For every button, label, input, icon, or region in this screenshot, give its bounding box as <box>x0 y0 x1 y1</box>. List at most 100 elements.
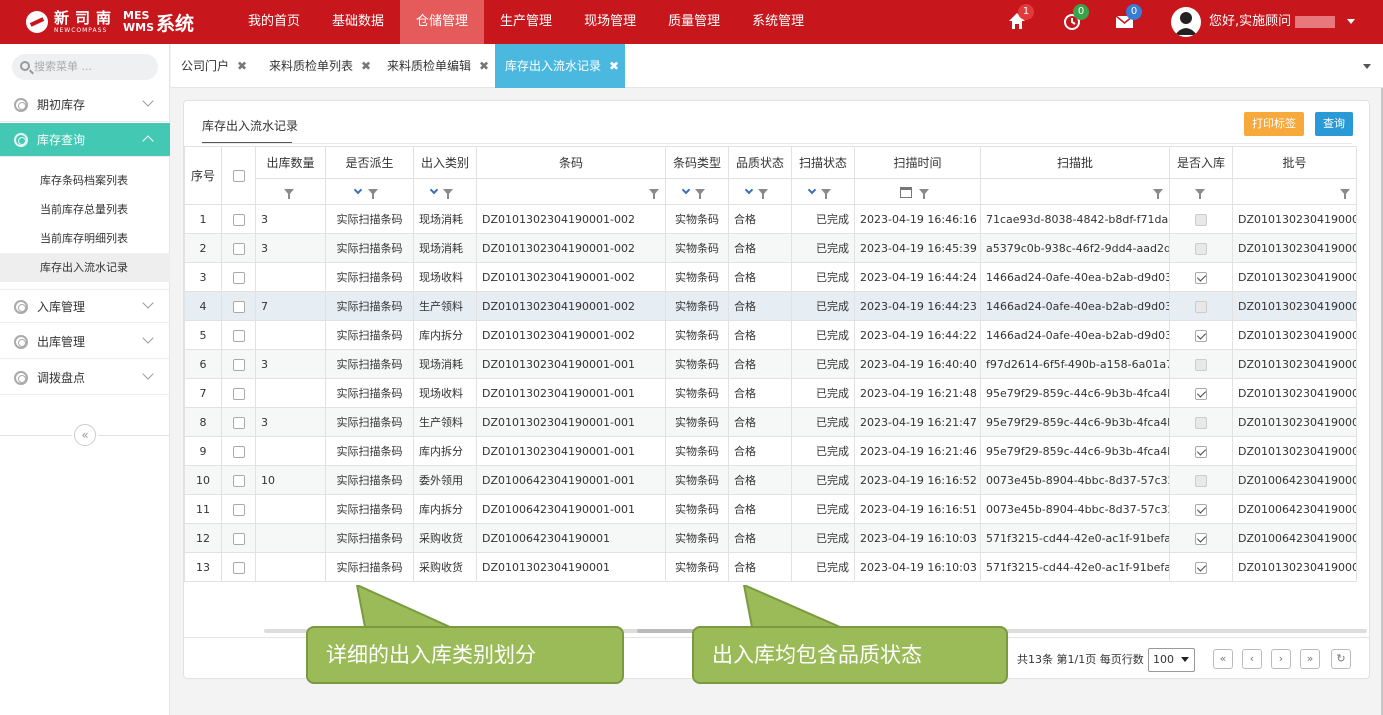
tab-company-portal[interactable]: 公司门户 ✖ <box>171 44 257 88</box>
filter-cell[interactable] <box>255 178 326 205</box>
home-icon[interactable]: 1 <box>1006 4 1034 34</box>
filter-cell[interactable] <box>665 178 729 205</box>
filter-icon[interactable] <box>695 189 706 199</box>
topnav-item-system[interactable]: 系统管理 <box>736 0 820 44</box>
dropdown-chevron-icon[interactable] <box>429 185 438 195</box>
column-header-scan-time[interactable]: 扫描时间 <box>854 146 981 179</box>
filter-icon[interactable] <box>1194 189 1205 199</box>
calendar-icon[interactable] <box>900 186 913 198</box>
column-header-scan-status[interactable]: 扫描状态 <box>791 146 855 179</box>
filter-icon[interactable] <box>284 189 294 199</box>
submenu-stock-detail[interactable]: 当前库存明细列表 <box>0 224 170 253</box>
mail-icon[interactable]: 0 <box>1114 4 1142 34</box>
column-header-derive[interactable]: 是否派生 <box>325 146 414 179</box>
column-header-in-stock[interactable]: 是否入库 <box>1169 146 1233 179</box>
column-header-qty[interactable]: 出库数量 <box>255 146 326 179</box>
column-header-category[interactable]: 出入类别 <box>413 146 477 179</box>
select-all-checkbox[interactable] <box>232 170 245 182</box>
print-label-button[interactable]: 打印标签 <box>1244 112 1304 136</box>
filter-cell[interactable] <box>476 178 666 205</box>
table-row[interactable]: 13 实际扫描条码 采购收货 DZ0101302304190001 实物条码 合格 已完成 2… <box>184 552 1357 582</box>
row-select-checkbox[interactable] <box>232 271 245 284</box>
filter-cell[interactable] <box>413 178 477 205</box>
filter-icon[interactable] <box>1340 189 1350 199</box>
tab-incoming-inspection-list[interactable]: 来料质检单列表 ✖ <box>259 44 373 88</box>
dropdown-chevron-icon[interactable] <box>353 185 363 195</box>
row-select-checkbox[interactable] <box>232 213 245 226</box>
row-select-checkbox[interactable] <box>232 503 245 516</box>
column-header-quality[interactable]: 品质状态 <box>728 146 792 179</box>
table-row[interactable]: 10 10 实际扫描条码 委外领用 DZ0100642304190001-001 实物条码… <box>184 465 1357 495</box>
topnav-item-field[interactable]: 现场管理 <box>568 0 652 44</box>
tab-incoming-inspection-edit[interactable]: 来料质检单编辑 ✖ <box>377 44 491 88</box>
filter-cell[interactable] <box>854 178 981 205</box>
query-button[interactable]: 查询 <box>1315 112 1353 136</box>
close-icon[interactable]: ✖ <box>609 59 619 73</box>
dropdown-chevron-icon[interactable] <box>681 185 690 195</box>
menu-search-input[interactable]: 搜索菜单 ... <box>12 54 158 80</box>
dropdown-chevron-icon[interactable] <box>744 185 753 195</box>
avatar[interactable] <box>1171 7 1201 37</box>
history-icon[interactable]: 0 <box>1061 4 1089 34</box>
column-header-barcode-type[interactable]: 条码类型 <box>665 146 729 179</box>
row-select-checkbox[interactable] <box>232 561 245 574</box>
table-row[interactable]: 8 3 实际扫描条码 生产领料 DZ0101302304190001-001 实物条码 合格… <box>184 407 1357 437</box>
tab-more-caret-icon[interactable] <box>1363 64 1371 69</box>
sidebar-item-transfer-count[interactable]: 调拨盘点 <box>0 361 170 395</box>
table-row[interactable]: 4 7 实际扫描条码 生产领料 DZ0101302304190001-002 实物条码 合格… <box>184 291 1357 321</box>
last-page-button[interactable]: » <box>1300 649 1320 669</box>
filter-icon[interactable] <box>1153 189 1163 199</box>
sidebar-item-inbound[interactable]: 入库管理 <box>0 289 170 323</box>
filter-cell[interactable] <box>791 178 855 205</box>
filter-cell[interactable] <box>980 178 1170 205</box>
topnav-item-basic-data[interactable]: 基础数据 <box>316 0 400 44</box>
tab-stock-flow[interactable]: 库存出入流水记录 ✖ <box>495 44 625 88</box>
prev-page-button[interactable]: ‹ <box>1242 649 1262 669</box>
filter-cell[interactable] <box>1232 178 1357 205</box>
column-header-barcode[interactable]: 条码 <box>476 146 666 179</box>
page-size-select[interactable]: 100 <box>1148 648 1195 672</box>
submenu-barcode-archive[interactable]: 库存条码档案列表 <box>0 166 170 195</box>
row-select-checkbox[interactable] <box>232 416 245 429</box>
table-row[interactable]: 5 实际扫描条码 库内拆分 DZ0101302304190001-002 实物条码 合格已… <box>184 320 1357 350</box>
close-icon[interactable]: ✖ <box>479 59 489 73</box>
filter-icon[interactable] <box>443 189 454 199</box>
card-title-tab[interactable]: 库存出入流水记录 <box>202 109 298 144</box>
table-row[interactable]: 1 3 实际扫描条码 现场消耗 DZ0101302304190001-002 实物条码 合格… <box>184 204 1357 234</box>
filter-icon[interactable] <box>367 189 378 199</box>
first-page-button[interactable]: « <box>1213 649 1233 669</box>
filter-cell[interactable] <box>325 178 414 205</box>
table-row[interactable]: 2 3 实际扫描条码 现场消耗 DZ0101302304190001-002 实物条码 合格… <box>184 233 1357 263</box>
user-menu[interactable]: 您好,实施顾问 <box>1209 0 1356 44</box>
submenu-stock-total[interactable]: 当前库存总量列表 <box>0 195 170 224</box>
filter-icon[interactable] <box>649 189 659 199</box>
row-select-checkbox[interactable] <box>232 329 245 342</box>
row-select-checkbox[interactable] <box>232 532 245 545</box>
row-select-checkbox[interactable] <box>232 358 245 371</box>
close-icon[interactable]: ✖ <box>237 59 247 73</box>
filter-cell[interactable] <box>728 178 792 205</box>
table-row[interactable]: 9 实际扫描条码 库内拆分 DZ0101302304190001-001 实物条码 合格已… <box>184 436 1357 466</box>
sidebar-collapse-button[interactable]: « <box>74 424 96 446</box>
topnav-item-warehouse[interactable]: 仓储管理 <box>400 0 485 44</box>
topnav-item-home[interactable]: 我的首页 <box>232 0 316 44</box>
table-row[interactable]: 12 实际扫描条码 采购收货 DZ0100642304190001 实物条码 合格 已完成 2… <box>184 523 1357 553</box>
row-select-checkbox[interactable] <box>232 300 245 313</box>
sidebar-item-stock-query[interactable]: 库存查询 <box>0 123 170 157</box>
column-header-lot[interactable]: 批号 <box>1232 146 1357 179</box>
filter-cell[interactable] <box>1169 178 1233 205</box>
row-select-checkbox[interactable] <box>232 242 245 255</box>
next-page-button[interactable]: › <box>1271 649 1291 669</box>
topnav-item-production[interactable]: 生产管理 <box>484 0 568 44</box>
dropdown-chevron-icon[interactable] <box>807 185 816 195</box>
row-select-checkbox[interactable] <box>232 445 245 458</box>
table-row[interactable]: 3 实际扫描条码 现场收料 DZ0101302304190001-002 实物条码 合格已… <box>184 262 1357 292</box>
filter-icon[interactable] <box>918 189 929 199</box>
table-row[interactable]: 7 实际扫描条码 现场收料 DZ0101302304190001-001 实物条码 合格已… <box>184 378 1357 408</box>
sidebar-item-opening-stock[interactable]: 期初库存 <box>0 88 170 122</box>
column-header-select-all[interactable] <box>221 146 256 205</box>
table-row[interactable]: 6 3 实际扫描条码 现场消耗 DZ0101302304190001-001 实物条码 合格… <box>184 349 1357 379</box>
filter-icon[interactable] <box>758 189 769 199</box>
row-select-checkbox[interactable] <box>232 387 245 400</box>
topnav-item-quality[interactable]: 质量管理 <box>652 0 736 44</box>
